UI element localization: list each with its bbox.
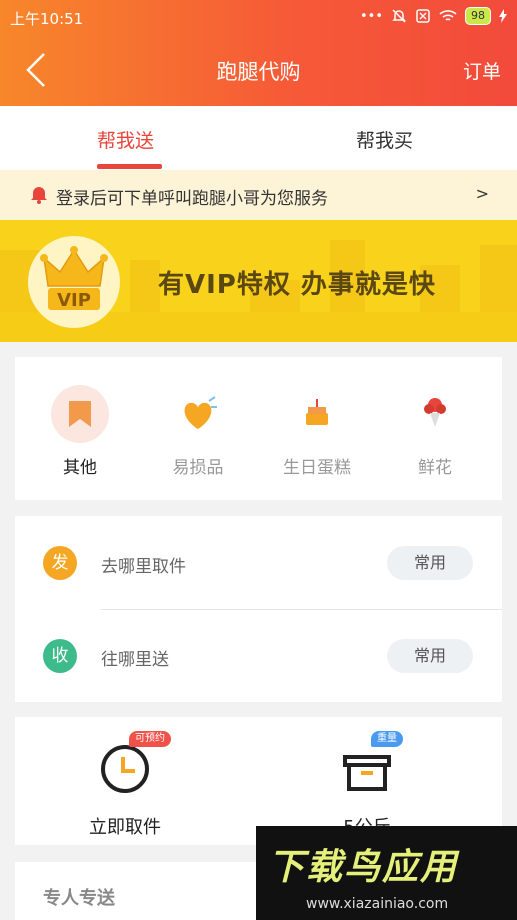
mute-bell-icon [392,9,406,23]
box-icon: 重量 [337,731,403,797]
status-icons: ••• 98 [360,7,507,25]
bookmark-icon [51,385,109,443]
vip-badge: VIP [28,236,120,328]
vip-badge-text: VIP [57,290,91,311]
category-label: 生日蛋糕 [283,458,351,478]
status-time: 上午10:51 [10,10,84,28]
category-label: 易损品 [172,458,224,478]
pickup-address-row[interactable]: 发 去哪里取件 常用 [15,516,502,609]
pickup-badge: 发 [43,546,77,580]
active-tab-indicator [97,164,162,169]
page-title: 跑腿代购 [216,60,301,84]
tab-bar: 帮我送 帮我买 [0,106,517,170]
pickup-frequent-button[interactable]: 常用 [387,546,473,580]
vip-banner[interactable]: VIP 有VIP特权 办事就是快 [0,220,517,342]
category-other[interactable]: 其他 [30,385,130,478]
notice-text: 登录后可下单呼叫跑腿小哥为您服务 [56,189,328,209]
reservable-tag: 可预约 [129,731,171,747]
watermark-url: www.xiazainiao.com [306,896,449,912]
battery-indicator: 98 [465,7,491,25]
notice-arrow-icon: > [475,184,489,203]
flower-icon [406,385,464,443]
cake-icon [288,385,346,443]
clock-icon: 可预约 [95,731,171,797]
pickup-placeholder[interactable]: 去哪里取件 [101,552,186,577]
orders-link[interactable]: 订单 [463,57,501,84]
category-birthday-cake[interactable]: 生日蛋糕 [267,385,367,478]
pickup-time-label: 立即取件 [89,817,161,838]
category-label: 鲜花 [418,458,452,478]
address-card: 发 去哪里取件 常用 收 往哪里送 常用 [15,516,502,702]
app-header: 上午10:51 ••• 98 跑腿代购 订单 [0,0,517,106]
item-category-card: 其他 易损品 生日蛋糕 鲜花 [15,357,502,500]
wifi-icon [439,10,457,21]
sim-card-icon [416,9,430,23]
login-notice-bar[interactable]: 登录后可下单呼叫跑腿小哥为您服务 > [0,170,517,220]
charging-bolt-icon [499,9,507,23]
weight-tag: 重量 [371,731,403,747]
watermark-overlay: 下载鸟应用 www.xiazainiao.com [256,826,517,920]
more-dots-icon: ••• [359,8,383,24]
weight-option[interactable]: 重量 5公斤 [287,731,447,839]
tab-buy-for-me[interactable]: 帮我买 [356,126,413,153]
delivery-placeholder[interactable]: 往哪里送 [101,645,169,670]
delivery-frequent-button[interactable]: 常用 [387,639,473,673]
category-label: 其他 [63,458,97,478]
vip-slogan: 有VIP特权 办事就是快 [158,270,436,300]
pickup-time-option[interactable]: 可预约 立即取件 [45,731,205,839]
delivery-address-row[interactable]: 收 往哪里送 常用 [15,609,502,702]
category-fragile[interactable]: 易损品 [148,385,248,478]
fragile-heart-icon [169,385,227,443]
tab-send-for-me[interactable]: 帮我送 [97,126,154,153]
delivery-badge: 收 [43,639,77,673]
watermark-logo-text: 下载鸟应用 [268,847,459,888]
category-flowers[interactable]: 鲜花 [385,385,485,478]
crown-icon [40,246,108,310]
dedicated-delivery-title: 专人专送 [43,888,115,909]
bell-icon [31,187,47,204]
status-bar: 上午10:51 ••• 98 [0,0,517,34]
nav-bar: 跑腿代购 订单 [0,34,517,106]
